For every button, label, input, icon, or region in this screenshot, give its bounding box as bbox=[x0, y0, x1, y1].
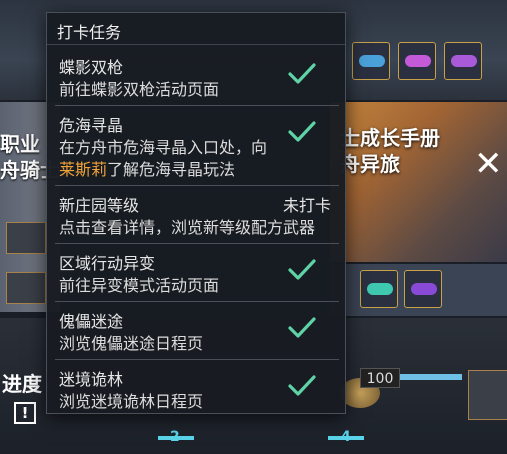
progress-node-2: 2 bbox=[170, 429, 180, 445]
item-slot[interactable] bbox=[404, 270, 442, 308]
task-description-text: 在方舟市危海寻晶入口处，向 bbox=[59, 138, 268, 157]
npc-name-highlight: 莱斯莉 bbox=[59, 160, 108, 179]
growth-manual-banner[interactable]: 士成长手册 舟异旅 ✕ bbox=[330, 102, 507, 262]
banner-title: 士成长手册 bbox=[340, 126, 440, 150]
task-description: 点击查看详情，浏览新等级配方武器 bbox=[59, 218, 316, 237]
item-slot[interactable] bbox=[444, 42, 482, 80]
check-icon bbox=[288, 63, 316, 84]
check-icon bbox=[288, 317, 316, 338]
task-list[interactable]: 蝶影双枪 前往蝶影双枪活动页面 危海寻晶 在方舟市危海寻晶入口处，向 莱斯莉了解危… bbox=[47, 53, 345, 413]
item-slot[interactable] bbox=[352, 42, 390, 80]
reward-tile[interactable] bbox=[468, 370, 507, 420]
task-item[interactable]: 新庄园等级 点击查看详情，浏览新等级配方武器 未打卡 bbox=[55, 191, 339, 244]
warning-icon[interactable]: ! bbox=[14, 402, 36, 424]
popup-title: 打卡任务 bbox=[47, 13, 345, 45]
reward-items-row bbox=[330, 264, 507, 316]
progress-bar bbox=[400, 374, 462, 380]
task-status: 未打卡 bbox=[282, 196, 331, 215]
left-item-tile[interactable] bbox=[6, 272, 46, 304]
check-icon bbox=[288, 121, 316, 142]
task-item[interactable]: 区域行动异变 前往异变模式活动页面 bbox=[55, 249, 339, 302]
left-item-tile[interactable] bbox=[6, 222, 46, 254]
task-item[interactable]: 迷境诡林 浏览迷境诡林日程页 bbox=[55, 365, 339, 413]
item-slot[interactable] bbox=[360, 270, 398, 308]
task-item[interactable]: 蝶影双枪 前往蝶影双枪活动页面 bbox=[55, 53, 339, 106]
left-card-title: 职业 bbox=[0, 132, 40, 156]
check-icon bbox=[288, 259, 316, 280]
progress-node-4: 4 bbox=[341, 429, 351, 445]
count-badge: 100 bbox=[360, 368, 400, 388]
task-item[interactable]: 危海寻晶 在方舟市危海寻晶入口处，向 莱斯莉了解危海寻晶玩法 bbox=[55, 111, 339, 186]
progress-label: 进度 bbox=[2, 372, 42, 396]
banner-subtitle: 舟异旅 bbox=[340, 152, 400, 176]
checkin-task-popup: 打卡任务 蝶影双枪 前往蝶影双枪活动页面 危海寻晶 在方舟市危海寻晶入口处，向莱… bbox=[46, 12, 346, 414]
check-icon bbox=[288, 375, 316, 396]
item-slot[interactable] bbox=[398, 42, 436, 80]
close-icon[interactable]: ✕ bbox=[474, 144, 503, 184]
task-item[interactable]: 傀儡迷途 浏览傀儡迷途日程页 bbox=[55, 307, 339, 360]
task-description-text: 了解危海寻晶玩法 bbox=[107, 160, 236, 179]
